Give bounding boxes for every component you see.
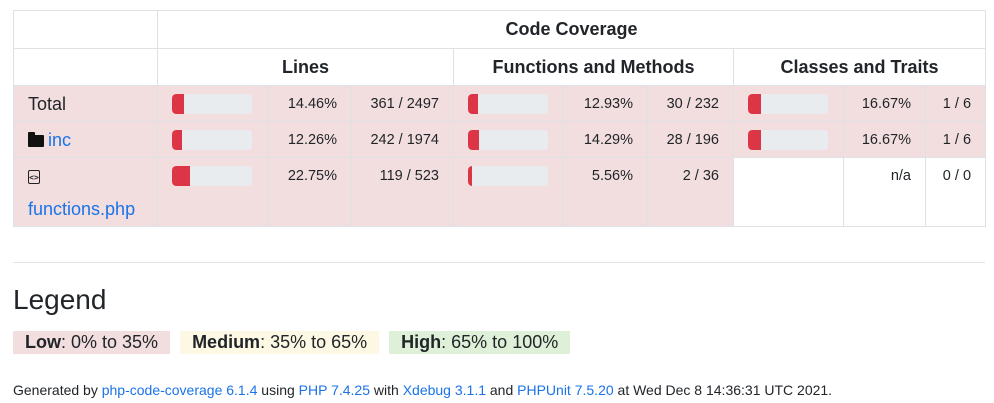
lines-percent: 14.46%: [267, 85, 352, 122]
header-functions: Functions and Methods: [453, 48, 734, 86]
table-row: inc 12.26% 242 / 1974 14.29% 28 / 196 16…: [13, 121, 987, 158]
classes-bar-cell: [733, 157, 844, 227]
header-lines: Lines: [157, 48, 454, 86]
functions-ratio: 2 / 36: [647, 157, 734, 227]
php-link[interactable]: PHP 7.4.25: [299, 382, 370, 398]
functions-percent: 14.29%: [562, 121, 648, 158]
folder-icon: [28, 132, 44, 148]
classes-ratio: 0 / 0: [924, 157, 987, 227]
legend-high-label: High: [401, 332, 442, 352]
progress-bar: [748, 94, 828, 114]
progress-fill: [468, 166, 473, 186]
footer: Generated by php-code-coverage 6.1.4 usi…: [13, 382, 832, 398]
footer-text: Generated by: [13, 382, 102, 398]
progress-bar: [172, 94, 252, 114]
phpunit-link[interactable]: PHPUnit 7.5.20: [517, 382, 614, 398]
functions-ratio: 28 / 196: [647, 121, 734, 158]
legend: Low: 0% to 35% Medium: 35% to 65% High: …: [13, 331, 571, 354]
classes-percent: n/a: [843, 157, 926, 227]
row-label: Total: [28, 94, 67, 114]
header-classes: Classes and Traits: [732, 48, 987, 86]
legend-low-label: Low: [25, 332, 61, 352]
classes-percent: 16.67%: [843, 121, 926, 158]
row-name: <> functions.php: [13, 157, 158, 227]
functions-percent: 5.56%: [562, 157, 648, 227]
lines-bar-cell: [157, 157, 268, 227]
lines-percent: 22.75%: [267, 157, 352, 227]
lines-bar-cell: [157, 85, 268, 122]
progress-bar: [172, 166, 252, 186]
progress-fill: [172, 130, 182, 150]
legend-medium: Medium: 35% to 65%: [180, 331, 380, 354]
progress-fill: [172, 94, 184, 114]
divider: [13, 262, 985, 263]
lines-bar-cell: [157, 121, 268, 158]
classes-ratio: 1 / 6: [924, 85, 987, 122]
table-row: <> functions.php 22.75% 119 / 523 5.56% 2…: [13, 157, 987, 227]
progress-fill: [748, 130, 762, 150]
progress-bar: [468, 130, 548, 150]
progress-fill: [468, 130, 480, 150]
functions-bar-cell: [453, 121, 563, 158]
functions-bar-cell: [453, 85, 563, 122]
php-code-coverage-link[interactable]: php-code-coverage 6.1.4: [102, 382, 258, 398]
coverage-table: Code Coverage Lines Functions and Method…: [13, 10, 987, 227]
progress-fill: [748, 94, 762, 114]
functions-percent: 12.93%: [562, 85, 648, 122]
lines-percent: 12.26%: [267, 121, 352, 158]
inc-link[interactable]: inc: [48, 130, 71, 150]
classes-bar-cell: [733, 85, 844, 122]
footer-text: and: [486, 382, 518, 398]
legend-medium-label: Medium: [192, 332, 261, 352]
functions-php-link[interactable]: functions.php: [28, 199, 135, 219]
functions-bar-cell: [453, 157, 563, 227]
legend-high: High: 65% to 100%: [389, 331, 571, 354]
footer-date: at Wed Dec 8 14:36:31 UTC 2021.: [613, 382, 833, 398]
progress-bar: [468, 166, 548, 186]
xdebug-link[interactable]: Xdebug 3.1.1: [403, 382, 486, 398]
table-row: Total 14.46% 361 / 2497 12.93% 30 / 232 …: [13, 85, 987, 122]
classes-ratio: 1 / 6: [924, 121, 987, 158]
functions-ratio: 30 / 232: [647, 85, 734, 122]
legend-low-range: : 0% to 35%: [61, 332, 159, 352]
table-title: Code Coverage: [156, 10, 987, 49]
progress-bar: [748, 130, 828, 150]
row-name: Total: [13, 85, 158, 122]
progress-fill: [468, 94, 479, 114]
progress-bar: [468, 94, 548, 114]
legend-title: Legend: [13, 284, 107, 315]
legend-low: Low: 0% to 35%: [13, 331, 171, 354]
progress-bar: [172, 130, 252, 150]
lines-ratio: 119 / 523: [351, 157, 454, 227]
lines-ratio: 361 / 2497: [351, 85, 454, 122]
footer-text: with: [370, 382, 403, 398]
corner-cell: [13, 10, 158, 49]
lines-ratio: 242 / 1974: [351, 121, 454, 158]
row-name: inc: [13, 121, 158, 158]
legend-high-range: : 65% to 100%: [441, 332, 559, 352]
classes-bar-cell: [733, 121, 844, 158]
legend-medium-range: : 35% to 65%: [260, 332, 368, 352]
corner-cell: [13, 48, 158, 86]
classes-percent: 16.67%: [843, 85, 926, 122]
code-file-icon: <>: [28, 170, 40, 185]
progress-fill: [172, 166, 191, 186]
footer-text: using: [257, 382, 299, 398]
